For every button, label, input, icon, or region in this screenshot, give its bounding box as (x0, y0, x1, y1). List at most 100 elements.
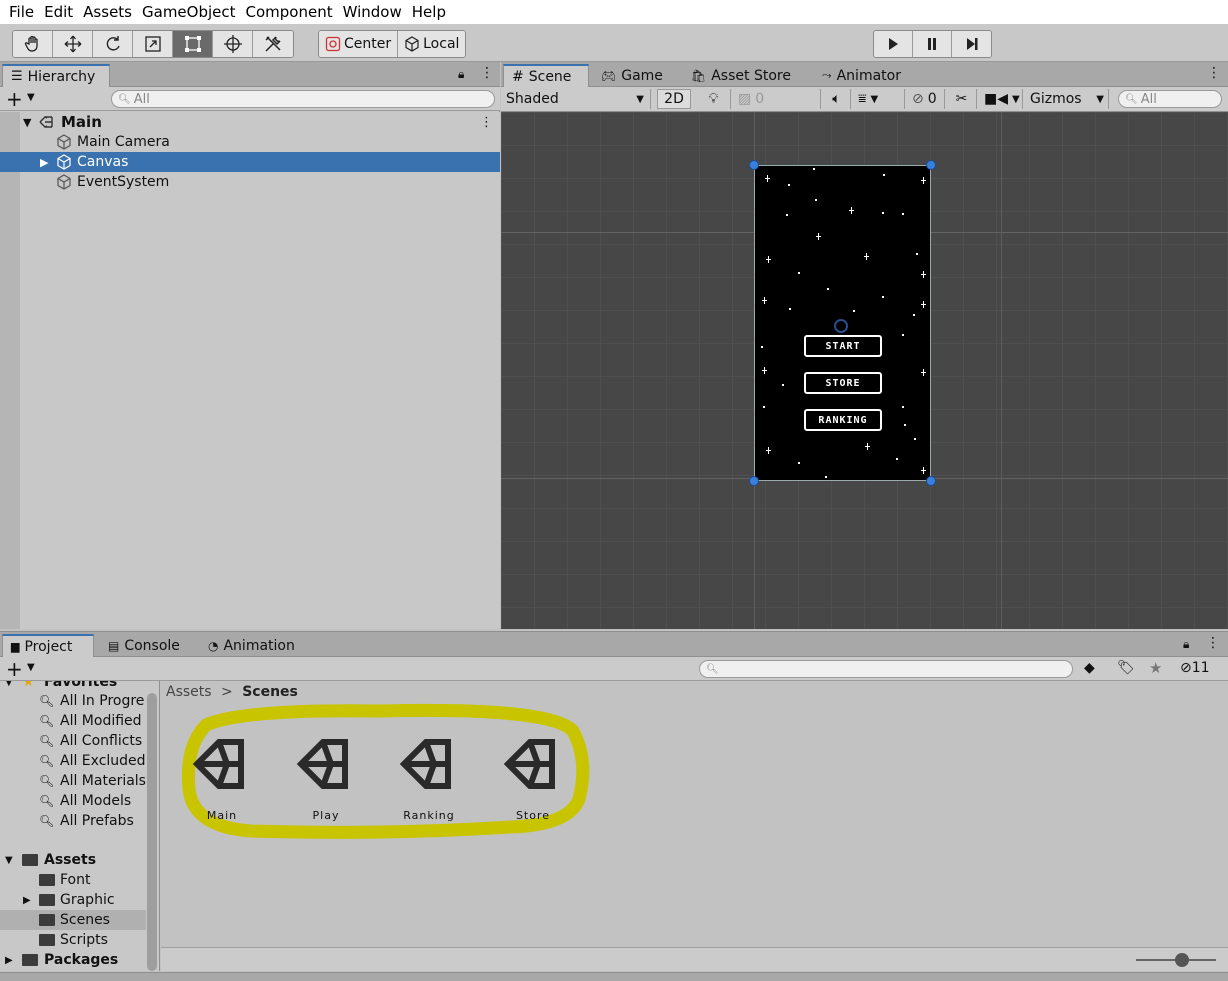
camera-dropdown[interactable]: ■◀ ▼ (979, 89, 1023, 109)
rect-handle[interactable] (749, 160, 759, 170)
more-options-icon[interactable]: ⋮ (1207, 65, 1221, 81)
gizmos-dropdown[interactable]: Gizmos ▼ (1025, 89, 1109, 109)
scene-asset[interactable]: Ranking (379, 731, 479, 822)
tab-game[interactable]: 🎮︎ Game (593, 64, 671, 87)
project-folder-tree: ▼ ★ Favorites 🔍︎ All In Progre 🔍︎ All Mo… (0, 681, 160, 971)
favorite-search-item[interactable]: 🔍︎ All Excluded (0, 751, 146, 771)
hierarchy-search-input[interactable]: 🔍︎ All (111, 90, 495, 108)
menu-edit[interactable]: Edit (39, 0, 78, 24)
pause-button[interactable] (913, 31, 952, 57)
step-button[interactable] (952, 31, 991, 57)
menu-assets[interactable]: Assets (78, 0, 137, 24)
tab-asset-store[interactable]: 🛍︎ Asset Store (683, 64, 799, 87)
tree-scrollbar[interactable] (147, 693, 157, 971)
rect-handle[interactable] (926, 160, 936, 170)
packages-root-folder[interactable]: ▶ Packages (0, 950, 146, 970)
rotate-tool-button[interactable] (93, 31, 133, 57)
toggle-2d-button[interactable]: 2D (657, 89, 691, 109)
favorite-search-item[interactable]: 🔍︎ All Modified (0, 711, 146, 731)
breadcrumb-assets[interactable]: Assets (166, 684, 212, 700)
create-plus-icon[interactable]: + (6, 657, 23, 681)
menu-window[interactable]: Window (338, 0, 407, 24)
menu-gameobject[interactable]: GameObject (137, 0, 241, 24)
menu-component[interactable]: Component (241, 0, 338, 24)
asset-folder[interactable]: Scripts (0, 930, 146, 950)
lock-icon[interactable]: 🔒︎ (458, 67, 464, 82)
filter-by-label-icon[interactable]: 🏷︎ (1117, 660, 1135, 676)
scene-options-icon[interactable]: ⋮ (480, 115, 493, 130)
tab-hierarchy[interactable]: ☰ Hierarchy (2, 64, 110, 87)
fx-field[interactable]: ▨ 0 (733, 89, 821, 109)
chevron-down-icon[interactable]: ▼ (27, 92, 35, 103)
chevron-down-icon[interactable]: ▼ (27, 662, 35, 673)
expand-arrow-icon[interactable]: ▶ (40, 156, 48, 169)
lock-icon[interactable]: 🔒︎ (1183, 637, 1189, 652)
shading-mode-dropdown[interactable]: Shaded ▼ (501, 89, 651, 109)
tab-scene[interactable]: # Scene (503, 64, 589, 87)
hidden-packages-toggle[interactable]: ⊘11 (1180, 660, 1210, 676)
audio-toggle[interactable]: 🔈︎ (823, 89, 851, 109)
menu-help[interactable]: Help (407, 0, 451, 24)
favorite-star-icon[interactable]: ★ (1149, 659, 1162, 677)
more-options-icon[interactable]: ⋮ (480, 65, 494, 81)
favorites-label: Favorites (44, 681, 118, 690)
transform-tool-button[interactable] (213, 31, 253, 57)
filter-by-type-icon[interactable]: ◆ (1084, 660, 1095, 676)
rect-tool-button[interactable] (173, 31, 213, 57)
hand-icon (24, 35, 38, 52)
pivot-center-button[interactable]: Center (319, 31, 399, 57)
rect-handle[interactable] (926, 476, 936, 486)
project-search-input[interactable]: 🔍︎ (699, 660, 1073, 678)
favorite-search-item[interactable]: 🔍︎ All Models (0, 791, 146, 811)
tab-console[interactable]: ▤ Console (100, 634, 188, 657)
expand-arrow-icon[interactable]: ▼ (23, 116, 31, 129)
hidden-objects-toggle[interactable]: ⊘ 0 (907, 89, 945, 109)
more-options-icon[interactable]: ⋮ (1206, 635, 1220, 651)
unity-scene-icon (192, 739, 244, 789)
tab-project[interactable]: ▆ Project (2, 634, 94, 657)
tools-toggle[interactable]: ✂ (947, 89, 977, 109)
assets-root-folder[interactable]: ▼ Assets (0, 850, 146, 870)
folder-icon (22, 954, 38, 966)
scene-asset[interactable]: Main (172, 731, 272, 822)
start-button[interactable]: START (804, 335, 882, 357)
favorite-search-item[interactable]: 🔍︎ All Prefabs (0, 811, 146, 831)
gameobject-cube-icon (57, 174, 71, 190)
canvas-game-preview[interactable]: START STORE RANKING (754, 165, 931, 481)
store-button[interactable]: STORE (804, 372, 882, 394)
move-tool-button[interactable] (53, 31, 93, 57)
hand-tool-button[interactable] (13, 31, 53, 57)
store-button-label: STORE (825, 378, 861, 389)
tab-animator[interactable]: ⤳ Animator (814, 64, 909, 87)
menu-file[interactable]: File (4, 0, 39, 24)
play-icon (889, 38, 898, 50)
favorite-search-item[interactable]: 🔍︎ All In Progre (0, 691, 146, 711)
favorite-search-item[interactable]: 🔍︎ All Materials (0, 771, 146, 791)
scene-viewport[interactable]: START STORE RANKING (501, 112, 1228, 629)
hierarchy-item[interactable]: Main Camera (0, 132, 500, 152)
asset-folder[interactable]: ▶ Graphic (0, 890, 146, 910)
hierarchy-item-selected[interactable]: ▶ Canvas (0, 152, 500, 172)
tab-animation[interactable]: ◔ Animation (200, 634, 303, 657)
asset-folder-selected[interactable]: Scenes (0, 910, 146, 930)
scale-tool-button[interactable] (133, 31, 173, 57)
scene-search-input[interactable]: 🔍︎ All (1118, 90, 1222, 108)
lightbulb-icon: 💡︎ (708, 91, 719, 107)
asset-folder[interactable]: Font (0, 870, 146, 890)
create-plus-icon[interactable]: + (6, 87, 23, 111)
lighting-toggle[interactable]: 💡︎ (697, 89, 731, 109)
custom-tools-button[interactable] (253, 31, 293, 57)
scene-asset[interactable]: Store (483, 731, 583, 822)
tab-asset-store-label: Asset Store (711, 67, 791, 84)
scene-asset[interactable]: Play (276, 731, 376, 822)
favorite-search-item[interactable]: 🔍︎ All Conflicts (0, 731, 146, 751)
hierarchy-scene-row[interactable]: ▼ Main ⋮ (0, 112, 500, 132)
effects-dropdown[interactable]: ⩸ ▼ (853, 89, 905, 109)
play-button[interactable] (874, 31, 913, 57)
breadcrumb-scenes[interactable]: Scenes (242, 684, 298, 700)
ranking-button[interactable]: RANKING (804, 409, 882, 431)
icon-size-slider-thumb[interactable] (1175, 953, 1189, 967)
rect-handle[interactable] (749, 476, 759, 486)
hierarchy-item[interactable]: EventSystem (0, 172, 500, 192)
space-local-button[interactable]: Local (398, 31, 466, 57)
